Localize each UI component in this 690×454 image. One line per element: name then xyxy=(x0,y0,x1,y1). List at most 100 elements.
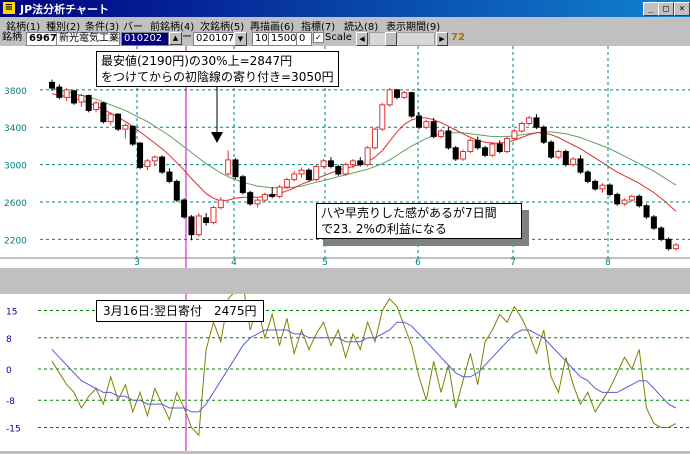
candle-body xyxy=(254,199,261,205)
price-axis-label: 3000 xyxy=(4,162,27,172)
minimize-button[interactable]: _ xyxy=(643,2,659,16)
window-title: JP法分析チャート xyxy=(20,3,110,16)
panel-divider xyxy=(0,268,690,294)
candle-body xyxy=(49,81,55,89)
annotation-profit-line1: 八や早売りした感があるが7日間 xyxy=(321,206,497,220)
candle-body xyxy=(533,117,540,128)
candle-body xyxy=(71,90,78,104)
price-axis-label: 2600 xyxy=(4,199,27,209)
app-window: ≡ JP法分析チャート _ □ × 銘柄(1) 種別(2) 条件(3) バー 前… xyxy=(0,0,690,451)
candle-body xyxy=(129,125,136,145)
candle-body xyxy=(482,147,489,156)
param3-field[interactable]: 0 xyxy=(296,32,312,46)
candle-body xyxy=(276,186,283,197)
candle-body xyxy=(144,160,151,167)
candle-body xyxy=(298,169,305,175)
scale-label: Scale xyxy=(325,32,352,43)
candle-body xyxy=(313,165,320,181)
osc-axis-label: -8 xyxy=(6,397,15,407)
moving-average-long-line xyxy=(51,87,677,189)
candle-body xyxy=(606,184,613,195)
candle-body xyxy=(584,171,591,182)
candle-body xyxy=(93,102,100,110)
scale-checkbox[interactable]: ✓ xyxy=(313,32,324,43)
candle-body xyxy=(225,159,232,175)
maximize-button[interactable]: □ xyxy=(658,2,674,16)
date-axis-label: 4 xyxy=(231,258,237,268)
osc-axis-label: 8 xyxy=(6,335,12,345)
candle-body xyxy=(327,160,334,167)
candle-body xyxy=(159,156,166,173)
candle-body xyxy=(489,143,496,156)
candle-body xyxy=(357,160,364,166)
candle-body xyxy=(438,130,445,138)
candle-body xyxy=(210,207,217,224)
candle-body xyxy=(137,142,144,168)
scale-slider-thumb[interactable] xyxy=(385,32,397,46)
candle-body xyxy=(577,158,584,173)
menu-bar: 銘柄(1) 種別(2) 条件(3) バー 前銘柄(4) 次銘柄(5) 再描画(6… xyxy=(0,17,690,33)
candle-body xyxy=(614,193,621,205)
candle-body xyxy=(599,184,606,190)
annotation-arrowhead xyxy=(211,132,223,143)
title-bar: ≡ JP法分析チャート _ □ × xyxy=(0,0,690,17)
osc-axis-label: 15 xyxy=(6,308,17,318)
candle-body xyxy=(364,147,371,166)
candle-body xyxy=(203,217,210,224)
close-button[interactable]: × xyxy=(674,2,690,16)
candle-body xyxy=(371,128,378,149)
param2-field[interactable]: 1500 xyxy=(268,32,298,46)
candle-body xyxy=(335,165,342,175)
candle-body xyxy=(445,130,452,149)
candle-body xyxy=(518,123,525,132)
candle-body xyxy=(386,89,393,106)
date-from-spin[interactable]: ▲ xyxy=(169,32,182,45)
candle-body xyxy=(408,92,415,117)
annotation-low-price-line2: をつけてからの初陰線の寄り付き=3050円 xyxy=(101,70,334,84)
candle-body xyxy=(658,227,665,240)
date-axis-label: 8 xyxy=(605,258,611,268)
candle-body xyxy=(621,199,628,205)
price-axis-label: 3800 xyxy=(4,87,27,97)
price-axis-label: 3400 xyxy=(4,124,27,134)
annotation-profit-line2: で23. 2%の利益になる xyxy=(321,222,447,236)
price-axis-label: 2200 xyxy=(4,236,27,246)
candle-body xyxy=(151,156,158,162)
candle-body xyxy=(504,137,511,153)
candle-body xyxy=(511,130,518,139)
candle-body xyxy=(401,92,408,98)
annotation-next-open: 3月16日:翌日寄付 2475円 xyxy=(96,300,264,322)
scale-slider-track[interactable] xyxy=(369,32,435,46)
candle-body xyxy=(526,117,533,125)
candle-body xyxy=(100,102,107,123)
app-icon: ≡ xyxy=(3,2,15,14)
candle-body xyxy=(107,113,114,123)
candle-body xyxy=(283,179,290,188)
candle-body xyxy=(320,160,327,167)
annotation-profit: 八や早売りした感があるが7日間 で23. 2%の利益になる xyxy=(316,203,522,239)
candle-body xyxy=(467,139,474,153)
scroll-left-icon[interactable]: ◀ xyxy=(356,32,368,46)
date-axis-label: 5 xyxy=(322,258,328,268)
code-label: 銘柄 xyxy=(2,32,22,43)
stock-code-field[interactable]: 6967 xyxy=(26,32,58,46)
candle-body xyxy=(269,193,276,197)
osc-axis-label: -15 xyxy=(6,425,21,435)
annotation-low-price-line1: 最安値(2190円)の30%上=2847円 xyxy=(101,54,293,68)
candle-body xyxy=(555,151,562,158)
candle-body xyxy=(166,171,173,182)
scroll-right-icon[interactable]: ▶ xyxy=(436,32,448,46)
dropdown-icon[interactable]: ▼ xyxy=(234,32,247,46)
date-to-field[interactable]: 020107 xyxy=(193,32,235,46)
candle-body xyxy=(636,195,643,207)
company-name-field[interactable]: 新光電気工業 xyxy=(56,32,120,46)
candle-body xyxy=(430,121,437,138)
date-from-field[interactable]: 010202 xyxy=(121,32,169,46)
candle-body xyxy=(173,180,180,201)
candle-body xyxy=(496,143,503,153)
candle-body xyxy=(181,199,188,218)
osc-axis-label: 0 xyxy=(6,366,12,376)
candle-body xyxy=(305,169,312,181)
candle-body xyxy=(85,94,92,111)
candle-body xyxy=(650,216,657,229)
